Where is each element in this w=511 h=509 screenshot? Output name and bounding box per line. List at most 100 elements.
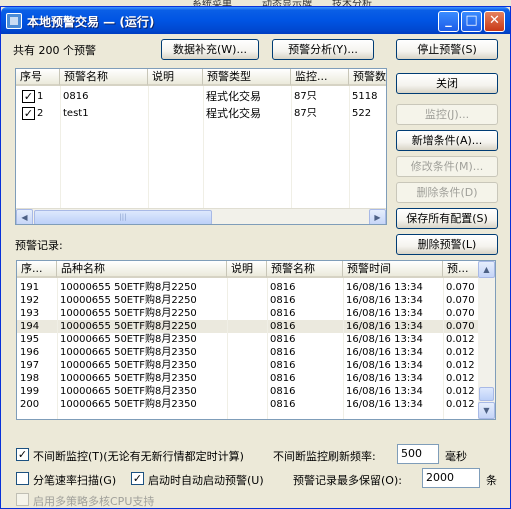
records-label: 预警记录: — [15, 239, 63, 252]
col-header[interactable]: 预警时间 — [343, 261, 443, 278]
auto-start-checkbox[interactable]: ✓ — [131, 472, 144, 485]
scroll-up-icon[interactable]: ▲ — [478, 261, 495, 278]
col-header[interactable]: 监控... — [291, 69, 349, 86]
col-header[interactable]: 说明 — [148, 69, 203, 86]
cell-time: 16/08/16 13:34 — [346, 399, 423, 410]
max-records-unit: 条 — [486, 474, 497, 487]
monitor-button[interactable]: 监控(J)... — [396, 104, 498, 125]
refresh-unit: 毫秒 — [445, 450, 467, 463]
alert-window: 本地预警交易 — (运行) _ □ ✕ 共有 200 个预警 数据补充(W)..… — [0, 6, 511, 509]
cell-name: 10000665 50ETF购8月2350 — [60, 360, 197, 371]
cell-desc — [227, 385, 267, 398]
alert-count: 共有 200 个预警 — [13, 44, 96, 57]
max-records-label: 预警记录最多保留(O): — [293, 474, 402, 487]
cell-time: 16/08/16 13:34 — [346, 295, 423, 306]
scroll-thumb[interactable]: ||| — [34, 210, 212, 224]
cell-alert: 0816 — [270, 334, 296, 345]
cell-no: 198 — [20, 373, 40, 384]
col-header[interactable]: 预警数 — [349, 69, 386, 86]
cell-count: 5118 — [352, 91, 378, 102]
cell-time: 16/08/16 13:34 — [346, 321, 423, 332]
cell-name: 10000655 50ETF购8月2250 — [60, 295, 197, 306]
cell-no: 193 — [20, 308, 40, 319]
auto-start-label: 启动时自动启动预警(U) — [148, 474, 264, 487]
scroll-left-icon[interactable]: ◀ — [16, 209, 33, 224]
cell-name: 10000665 50ETF购8月2350 — [60, 334, 197, 345]
cell-name: 10000655 50ETF购8月2250 — [60, 282, 197, 293]
col-header[interactable]: 预警类型 — [203, 69, 291, 86]
col-header[interactable]: 说明 — [227, 261, 267, 278]
col-header[interactable]: 预... — [443, 261, 480, 278]
window-title: 本地预警交易 — (运行) — [27, 15, 155, 29]
close-icon[interactable]: ✕ — [484, 11, 505, 32]
stop-alert-button[interactable]: 停止预警(S) — [396, 39, 498, 60]
cell-desc — [227, 346, 267, 359]
cell-price: 0.012 — [446, 360, 475, 371]
cell-no: 195 — [20, 334, 40, 345]
scroll-right-icon[interactable]: ▶ — [369, 209, 386, 224]
cell-price: 0.012 — [446, 399, 475, 410]
cell-type: 程式化交易 — [206, 90, 261, 103]
close-button[interactable]: 关闭 — [396, 73, 498, 94]
cell-type: 程式化交易 — [206, 107, 261, 120]
cell-no: 191 — [20, 282, 40, 293]
edit-condition-button[interactable]: 修改条件(M)... — [396, 156, 498, 177]
cell-time: 16/08/16 13:34 — [346, 360, 423, 371]
cell-desc — [227, 398, 267, 411]
delete-condition-button[interactable]: 删除条件(D) — [396, 182, 498, 203]
scroll-down-icon[interactable]: ▼ — [478, 402, 495, 419]
maximize-icon[interactable]: □ — [461, 11, 482, 32]
continuous-monitor-label: 不间断监控(T)(无论有无新行情都定时计算) — [33, 450, 244, 463]
cell-no: 200 — [20, 399, 40, 410]
cell-desc — [227, 281, 267, 294]
delete-alerts-button[interactable]: 删除预警(L) — [396, 234, 498, 255]
conditions-list[interactable]: 序号 预警名称 说明 预警类型 监控... 预警数 ✓ 1 0816 程式化交易… — [15, 68, 387, 225]
cell-desc — [227, 294, 267, 307]
cell-no: 2 — [37, 108, 44, 119]
cell-price: 0.012 — [446, 373, 475, 384]
continuous-monitor-checkbox[interactable]: ✓ — [16, 448, 29, 461]
cell-name: 10000665 50ETF购8月2350 — [60, 347, 197, 358]
cell-no: 1 — [37, 91, 44, 102]
cell-name: 10000665 50ETF购8月2350 — [60, 399, 197, 410]
cell-time: 16/08/16 13:34 — [346, 386, 423, 397]
records-list[interactable]: 序... 品种名称 说明 预警名称 预警时间 预... 191 10000655 … — [16, 260, 496, 420]
cell-desc — [227, 307, 267, 320]
data-fill-button[interactable]: 数据补充(W)... — [161, 39, 259, 60]
col-header[interactable]: 预警名称 — [267, 261, 343, 278]
cell-no: 196 — [20, 347, 40, 358]
col-header[interactable]: 序号 — [16, 69, 60, 86]
col-header[interactable]: 序... — [17, 261, 57, 278]
cell-no: 199 — [20, 386, 40, 397]
cell-alert: 0816 — [270, 295, 296, 306]
horizontal-scrollbar[interactable]: ◀ ||| ▶ — [16, 208, 386, 224]
save-all-config-button[interactable]: 保存所有配置(S) — [396, 208, 498, 229]
cell-price: 0.070 — [446, 295, 475, 306]
title-bar[interactable]: 本地预警交易 — (运行) _ □ ✕ — [1, 7, 510, 34]
tick-scan-label: 分笔速率扫描(G) — [33, 474, 117, 487]
col-header[interactable]: 预警名称 — [60, 69, 148, 86]
col-header[interactable]: 品种名称 — [57, 261, 227, 278]
cell-alert: 0816 — [270, 282, 296, 293]
vertical-scrollbar[interactable]: ▲ ▼ — [478, 261, 495, 419]
multi-cpu-checkbox[interactable] — [16, 493, 29, 506]
cell-alert: 0816 — [270, 386, 296, 397]
minimize-icon[interactable]: _ — [438, 11, 459, 32]
tick-scan-checkbox[interactable] — [16, 472, 29, 485]
cell-no: 192 — [20, 295, 40, 306]
cell-time: 16/08/16 13:34 — [346, 282, 423, 293]
cell-price: 0.070 — [446, 321, 475, 332]
cell-time: 16/08/16 13:34 — [346, 347, 423, 358]
cell-name: 10000655 50ETF购8月2250 — [60, 308, 197, 319]
cell-price: 0.012 — [446, 334, 475, 345]
alert-analysis-button[interactable]: 预警分析(Y)... — [272, 39, 374, 60]
cell-monitor: 87只 — [294, 91, 317, 102]
cell-time: 16/08/16 13:34 — [346, 334, 423, 345]
add-condition-button[interactable]: 新增条件(A)... — [396, 130, 498, 151]
cell-alert: 0816 — [270, 308, 296, 319]
refresh-input[interactable]: 500 — [397, 444, 439, 464]
scroll-thumb[interactable] — [479, 387, 494, 401]
cell-desc — [227, 320, 267, 333]
cell-price: 0.012 — [446, 347, 475, 358]
max-records-input[interactable]: 2000 — [422, 468, 480, 488]
